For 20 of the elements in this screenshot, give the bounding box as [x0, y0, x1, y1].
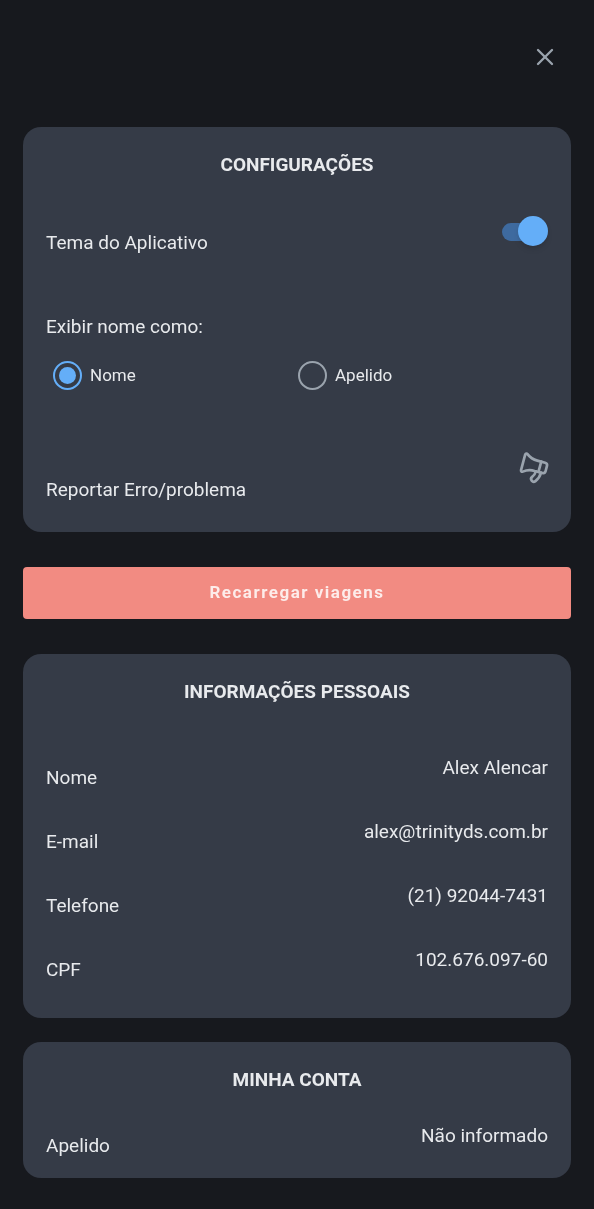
field-label: Telefone [46, 894, 120, 918]
field-value: 102.676.097-60 [415, 948, 548, 972]
field-label: CPF [46, 958, 81, 982]
radio-option[interactable]: Apelido [298, 361, 543, 390]
field-label: Apelido [46, 1134, 110, 1158]
field-value: Não informado [421, 1124, 548, 1148]
setting-label: Exibir nome como: [46, 315, 204, 339]
card-title: CONFIGURAÇÕES [219, 153, 375, 177]
setting-label: Tema do Aplicativo [46, 231, 208, 255]
field-label: Nome [46, 766, 98, 790]
radio-option[interactable]: Nome [53, 361, 298, 390]
theme-toggle[interactable] [500, 216, 548, 246]
megaphone-icon[interactable] [518, 452, 550, 484]
card-title: INFORMAÇÕES PESSOAIS [183, 680, 411, 704]
setting-label: Reportar Erro/problema [46, 478, 247, 502]
field-value: (21) 92044-7431 [407, 884, 548, 908]
field-value: Alex Alencar [442, 756, 548, 780]
field-value: alex@trinityds.com.br [363, 820, 548, 844]
field-label: E-mail [46, 830, 99, 854]
card-title: MINHA CONTA [231, 1068, 363, 1092]
